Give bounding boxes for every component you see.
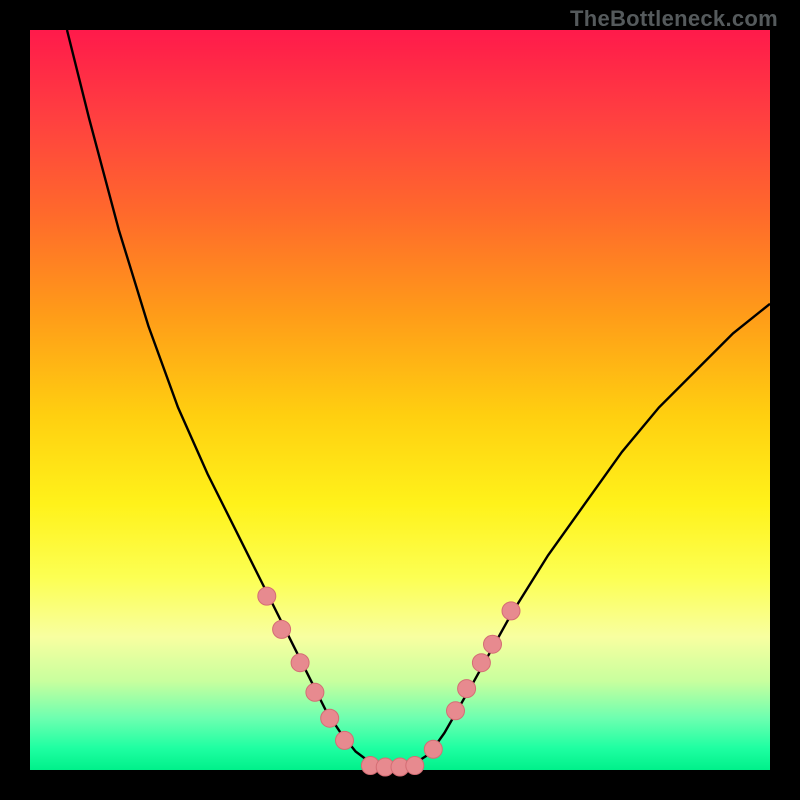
curve-markers [258, 587, 520, 776]
curve-marker [258, 587, 276, 605]
curve-marker [291, 654, 309, 672]
curve-marker [336, 731, 354, 749]
curve-marker [502, 602, 520, 620]
attribution-watermark: TheBottleneck.com [570, 6, 778, 32]
bottleneck-curve [67, 30, 770, 767]
curve-marker [273, 620, 291, 638]
curve-marker [484, 635, 502, 653]
chart-frame: TheBottleneck.com [0, 0, 800, 800]
curve-marker [458, 680, 476, 698]
curve-marker [424, 740, 442, 758]
plot-area [30, 30, 770, 770]
curve-marker [306, 683, 324, 701]
curve-marker [472, 654, 490, 672]
chart-overlay [30, 30, 770, 770]
curve-marker [406, 757, 424, 775]
curve-marker [321, 709, 339, 727]
curve-marker [447, 702, 465, 720]
